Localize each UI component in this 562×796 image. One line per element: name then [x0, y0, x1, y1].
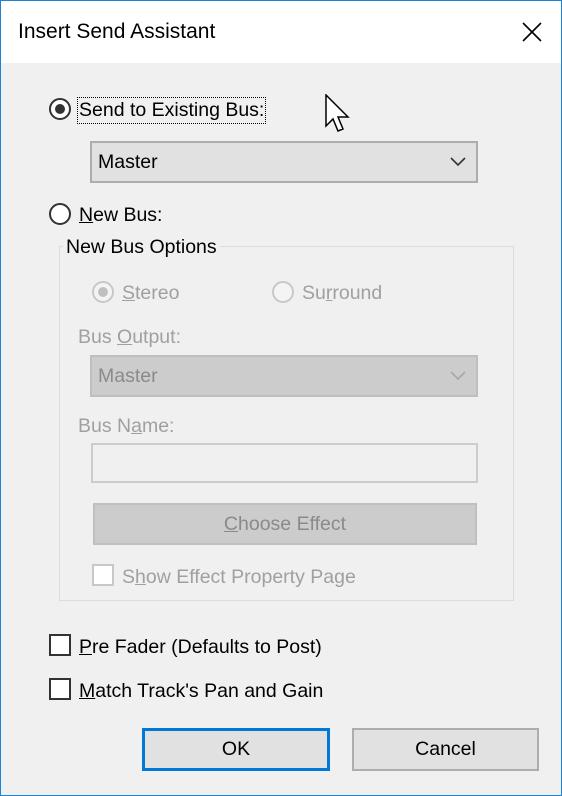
show-effect-property-checkbox[interactable] [92, 564, 114, 586]
match-track-label[interactable]: Match Track's Pan and Gain [79, 680, 323, 703]
bus-name-label: Bus Name: [78, 415, 175, 437]
ok-button[interactable]: OK [142, 728, 330, 771]
new-bus-label[interactable]: New Bus: [79, 204, 162, 227]
cancel-button[interactable]: Cancel [352, 728, 539, 771]
show-effect-property-label[interactable]: Show Effect Property Page [122, 566, 356, 589]
new-bus-options-label: New Bus Options [63, 236, 220, 259]
dialog-title: Insert Send Assistant [18, 20, 216, 43]
pre-fader-label[interactable]: Pre Fader (Defaults to Post) [79, 636, 322, 659]
existing-bus-value: Master [98, 150, 158, 173]
send-existing-label[interactable]: Send to Existing Bus: [76, 97, 267, 124]
mouse-cursor-icon [325, 94, 350, 132]
send-existing-radio[interactable] [49, 98, 71, 120]
bus-name-input[interactable] [91, 443, 478, 483]
title-bar: Insert Send Assistant [1, 1, 561, 63]
bus-output-value: Master [98, 364, 158, 387]
close-button[interactable] [503, 1, 561, 63]
pre-fader-checkbox[interactable] [49, 634, 71, 656]
bus-output-dropdown[interactable]: Master [90, 355, 478, 397]
surround-radio[interactable] [272, 281, 294, 303]
new-bus-radio[interactable] [49, 203, 71, 225]
stereo-label[interactable]: Stereo [122, 282, 179, 305]
chevron-down-icon [450, 371, 466, 381]
bus-output-label: Bus Output: [78, 326, 181, 348]
existing-bus-dropdown[interactable]: Master [90, 141, 478, 183]
dialog-window: Insert Send Assistant Send to Existing B… [1, 1, 561, 795]
surround-label[interactable]: Surround [302, 282, 382, 305]
chevron-down-icon [450, 157, 466, 167]
close-icon [522, 22, 542, 42]
stereo-radio[interactable] [92, 281, 114, 303]
match-track-checkbox[interactable] [49, 678, 71, 700]
choose-effect-button[interactable]: Choose Effect [93, 503, 477, 545]
